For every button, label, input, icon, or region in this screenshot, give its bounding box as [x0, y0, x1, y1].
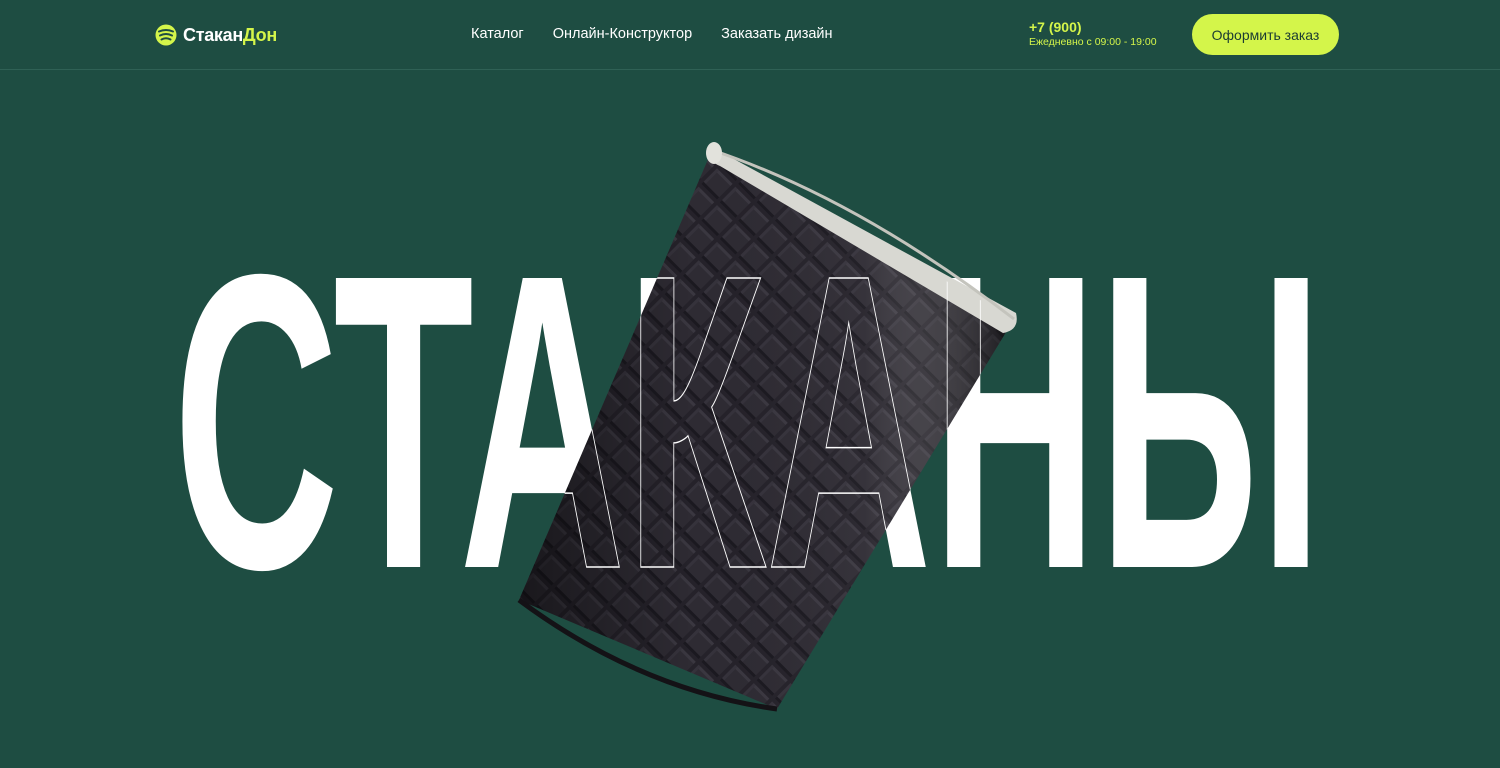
page: СтаканДон Каталог Онлайн-Конструктор Зак…: [0, 0, 1500, 768]
hero: СТАКАНЫ СТАКАНЫ: [173, 142, 1323, 712]
